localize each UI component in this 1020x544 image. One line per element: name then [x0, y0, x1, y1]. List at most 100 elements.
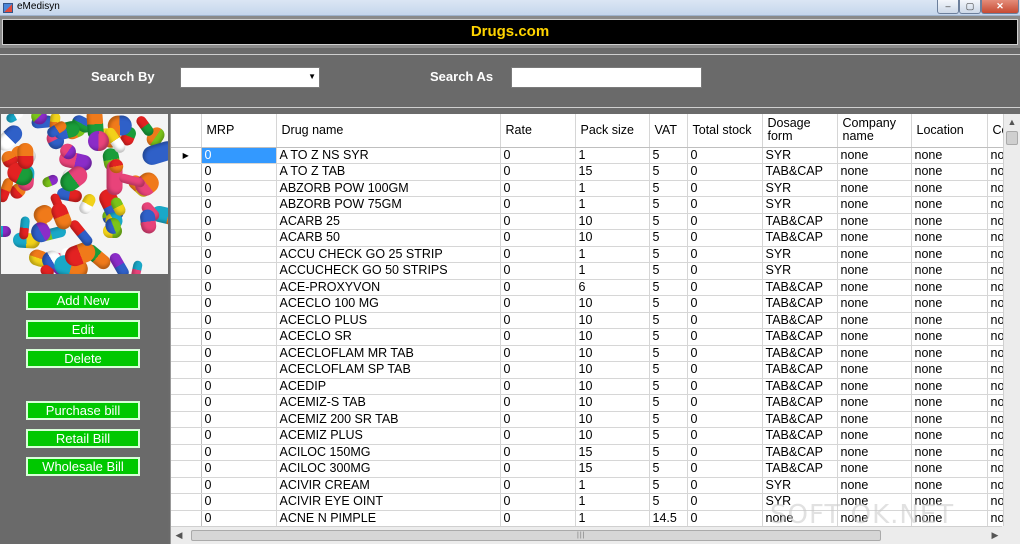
vertical-scroll-thumb[interactable]: [1006, 131, 1018, 145]
col-dosage-form[interactable]: Dosage form: [762, 114, 838, 148]
row-header[interactable]: [171, 378, 202, 395]
cell-total-stock[interactable]: 0: [687, 246, 763, 263]
cell-pack-size[interactable]: 10: [575, 411, 650, 428]
cell-rate[interactable]: 0: [500, 246, 576, 263]
cell-mrp[interactable]: 0: [201, 361, 277, 379]
search-by-select[interactable]: ▼: [180, 67, 320, 88]
cell-company-name[interactable]: none: [837, 328, 912, 346]
cell-total-stock[interactable]: 0: [687, 328, 763, 346]
cell-company-name[interactable]: none: [837, 345, 912, 362]
cell-company-name[interactable]: none: [837, 147, 912, 164]
cell-drug-name[interactable]: ACNE N PIMPLE: [276, 510, 501, 527]
cell-total-stock[interactable]: 0: [687, 510, 763, 527]
cell-vat[interactable]: 5: [649, 246, 688, 263]
col-pack-size[interactable]: Pack size: [575, 114, 650, 148]
cell-rate[interactable]: 0: [500, 493, 576, 511]
cell-vat[interactable]: 5: [649, 147, 688, 164]
cell-pack-size[interactable]: 10: [575, 295, 650, 313]
table-row[interactable]: 0 ACECLOFLAM MR TAB 0 10 5 0 TAB&CAP none none no…: [171, 345, 1020, 362]
cell-company-name[interactable]: none: [837, 229, 912, 247]
table-row[interactable]: 0 ACEMIZ 200 SR TAB 0 10 5 0 TAB&CAP none none no…: [171, 411, 1020, 428]
cell-pack-size[interactable]: 10: [575, 312, 650, 329]
cell-vat[interactable]: 14.5: [649, 510, 688, 527]
cell-dosage-form[interactable]: TAB&CAP: [762, 295, 838, 313]
cell-mrp[interactable]: 0: [201, 394, 277, 412]
cell-drug-name[interactable]: ACCU CHECK GO 25 STRIP: [276, 246, 501, 263]
table-row[interactable]: 0 ACCU CHECK GO 25 STRIP 0 1 5 0 SYR none none no…: [171, 246, 1020, 263]
current-row-arrow-icon[interactable]: ▶: [171, 147, 202, 164]
table-row[interactable]: 0 ACILOC 150MG 0 15 5 0 TAB&CAP none none nor: [171, 444, 1020, 461]
cell-total-stock[interactable]: 0: [687, 312, 763, 329]
row-header[interactable]: [171, 279, 202, 296]
cell-location[interactable]: none: [911, 279, 988, 296]
cell-drug-name[interactable]: ACECLOFLAM SP TAB: [276, 361, 501, 379]
cell-pack-size[interactable]: 10: [575, 229, 650, 247]
cell-dosage-form[interactable]: TAB&CAP: [762, 279, 838, 296]
cell-mrp[interactable]: 0: [201, 279, 277, 296]
row-header[interactable]: [171, 411, 202, 428]
table-row[interactable]: 0 ABZORB POW 100GM 0 1 5 0 SYR none none nor: [171, 180, 1020, 197]
cell-drug-name[interactable]: ABZORB POW 75GM: [276, 196, 501, 214]
cell-mrp[interactable]: 0: [201, 493, 277, 511]
cell-vat[interactable]: 5: [649, 493, 688, 511]
cell-total-stock[interactable]: 0: [687, 378, 763, 395]
col-drug-name[interactable]: Drug name: [276, 114, 501, 148]
cell-rate[interactable]: 0: [500, 163, 576, 181]
row-header[interactable]: [171, 460, 202, 478]
cell-mrp[interactable]: 0: [201, 147, 277, 164]
col-vat[interactable]: VAT: [649, 114, 688, 148]
cell-drug-name[interactable]: ABZORB POW 100GM: [276, 180, 501, 197]
cell-drug-name[interactable]: ACARB 50: [276, 229, 501, 247]
table-row[interactable]: 0 ABZORB POW 75GM 0 1 5 0 SYR none none nor: [171, 196, 1020, 214]
cell-total-stock[interactable]: 0: [687, 147, 763, 164]
row-header[interactable]: [171, 246, 202, 263]
cell-drug-name[interactable]: A TO Z NS SYR: [276, 147, 501, 164]
cell-location[interactable]: none: [911, 444, 988, 461]
col-total-stock[interactable]: Total stock: [687, 114, 763, 148]
cell-pack-size[interactable]: 15: [575, 163, 650, 181]
col-company-name[interactable]: Company name: [837, 114, 912, 148]
cell-total-stock[interactable]: 0: [687, 361, 763, 379]
purchase-bill-button[interactable]: Purchase bill: [26, 401, 140, 420]
cell-total-stock[interactable]: 0: [687, 295, 763, 313]
table-row[interactable]: 0 ACCUCHECK GO 50 STRIPS 0 1 5 0 SYR none none no…: [171, 262, 1020, 280]
cell-pack-size[interactable]: 15: [575, 444, 650, 461]
cell-vat[interactable]: 5: [649, 361, 688, 379]
cell-rate[interactable]: 0: [500, 444, 576, 461]
row-header[interactable]: [171, 394, 202, 412]
cell-location[interactable]: none: [911, 378, 988, 395]
search-as-input[interactable]: [511, 67, 702, 88]
cell-dosage-form[interactable]: TAB&CAP: [762, 213, 838, 230]
cell-location[interactable]: none: [911, 180, 988, 197]
cell-rate[interactable]: 0: [500, 510, 576, 527]
cell-vat[interactable]: 5: [649, 213, 688, 230]
cell-location[interactable]: none: [911, 345, 988, 362]
cell-pack-size[interactable]: 1: [575, 196, 650, 214]
cell-pack-size[interactable]: 6: [575, 279, 650, 296]
cell-company-name[interactable]: none: [837, 196, 912, 214]
row-header[interactable]: [171, 163, 202, 181]
cell-rate[interactable]: 0: [500, 279, 576, 296]
col-rate[interactable]: Rate: [500, 114, 576, 148]
cell-rate[interactable]: 0: [500, 477, 576, 494]
row-header[interactable]: [171, 229, 202, 247]
scroll-left-icon[interactable]: ◀: [171, 527, 187, 544]
row-header[interactable]: [171, 213, 202, 230]
cell-mrp[interactable]: 0: [201, 477, 277, 494]
wholesale-bill-button[interactable]: Wholesale Bill: [26, 457, 140, 476]
cell-pack-size[interactable]: 10: [575, 345, 650, 362]
col-mrp[interactable]: MRP: [201, 114, 277, 148]
maximize-button[interactable]: ▢: [959, 0, 981, 14]
cell-total-stock[interactable]: 0: [687, 394, 763, 412]
cell-dosage-form[interactable]: TAB&CAP: [762, 427, 838, 445]
cell-location[interactable]: none: [911, 295, 988, 313]
cell-pack-size[interactable]: 10: [575, 394, 650, 412]
row-header[interactable]: [171, 312, 202, 329]
cell-location[interactable]: none: [911, 411, 988, 428]
cell-pack-size[interactable]: 1: [575, 262, 650, 280]
cell-drug-name[interactable]: ACECLOFLAM MR TAB: [276, 345, 501, 362]
cell-company-name[interactable]: none: [837, 378, 912, 395]
row-header[interactable]: [171, 196, 202, 214]
cell-dosage-form[interactable]: TAB&CAP: [762, 361, 838, 379]
cell-dosage-form[interactable]: TAB&CAP: [762, 460, 838, 478]
